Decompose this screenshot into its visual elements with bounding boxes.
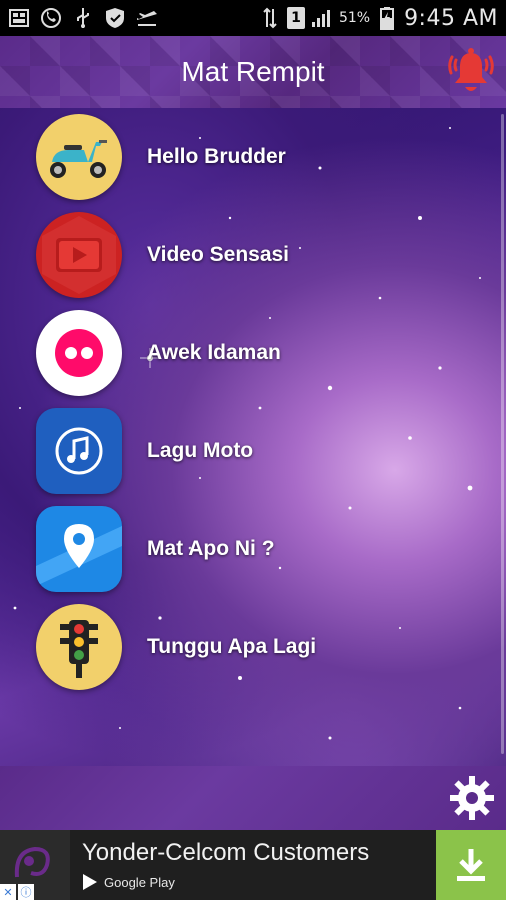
music-note-icon [36,408,122,494]
menu-area: Hello Brudder Video Sensasi Awek Idaman [0,108,506,766]
youtube-icon [36,212,122,298]
scooter-icon [36,114,122,200]
menu-item-label: Hello Brudder [147,145,286,168]
menu-item-awek-idaman[interactable]: Awek Idaman [36,308,476,398]
menu-item-video-sensasi[interactable]: Video Sensasi [36,210,476,300]
data-arrows-icon [259,7,281,29]
advertiser-logo: ✕ ⓘ [0,830,70,900]
menu-item-label: Mat Apo Ni ? [147,537,275,560]
menu-item-hello-brudder[interactable]: Hello Brudder [36,112,476,202]
whatsapp-icon [40,7,62,29]
status-bar: 1 51% 9:45 AM [0,0,506,36]
shield-icon [104,7,126,29]
menu-item-label: Lagu Moto [147,439,254,462]
battery-charging-icon [376,7,398,30]
traffic-light-icon [36,604,122,690]
gallery-icon [8,7,30,29]
gear-icon[interactable] [446,772,498,824]
scrollbar[interactable] [501,114,504,754]
store-label: Google Play [104,874,175,890]
app-header: Mat Rempit [0,36,506,108]
menu-item-label: Video Sensasi [147,243,290,266]
sim-icon: 1 [286,7,305,29]
menu-item-tunggu-apa-lagi[interactable]: Tunggu Apa Lagi [36,602,476,692]
page-title: Mat Rempit [181,56,325,87]
close-icon[interactable]: ✕ [0,884,16,900]
store-badge: Google Play [82,873,436,891]
battery-percent: 51% [338,10,371,26]
menu-item-label: Tunggu Apa Lagi [147,635,317,658]
map-pin-icon [36,506,122,592]
flickr-icon [36,310,122,396]
download-button[interactable] [436,830,506,900]
bottom-bar [0,766,506,830]
play-store-icon [83,874,97,890]
info-icon[interactable]: ⓘ [18,884,34,900]
ad-choices[interactable]: ✕ ⓘ [0,884,34,900]
alarm-bell-icon[interactable] [446,44,496,100]
usb-icon [72,7,94,29]
ad-title: Yonder-Celcom Customers [82,839,370,866]
airplane-icon [136,7,158,29]
clock: 9:45 AM [404,5,498,31]
ad-banner[interactable]: ✕ ⓘ Yonder-Celcom Customers Google Play [0,830,506,900]
menu-item-mat-apo-ni[interactable]: Mat Apo Ni ? [36,504,476,594]
menu-item-lagu-moto[interactable]: Lagu Moto [36,406,476,496]
menu-item-label: Awek Idaman [147,341,281,364]
signal-icon [311,7,333,29]
download-icon [457,849,485,881]
sim-slot-number: 1 [291,10,301,26]
